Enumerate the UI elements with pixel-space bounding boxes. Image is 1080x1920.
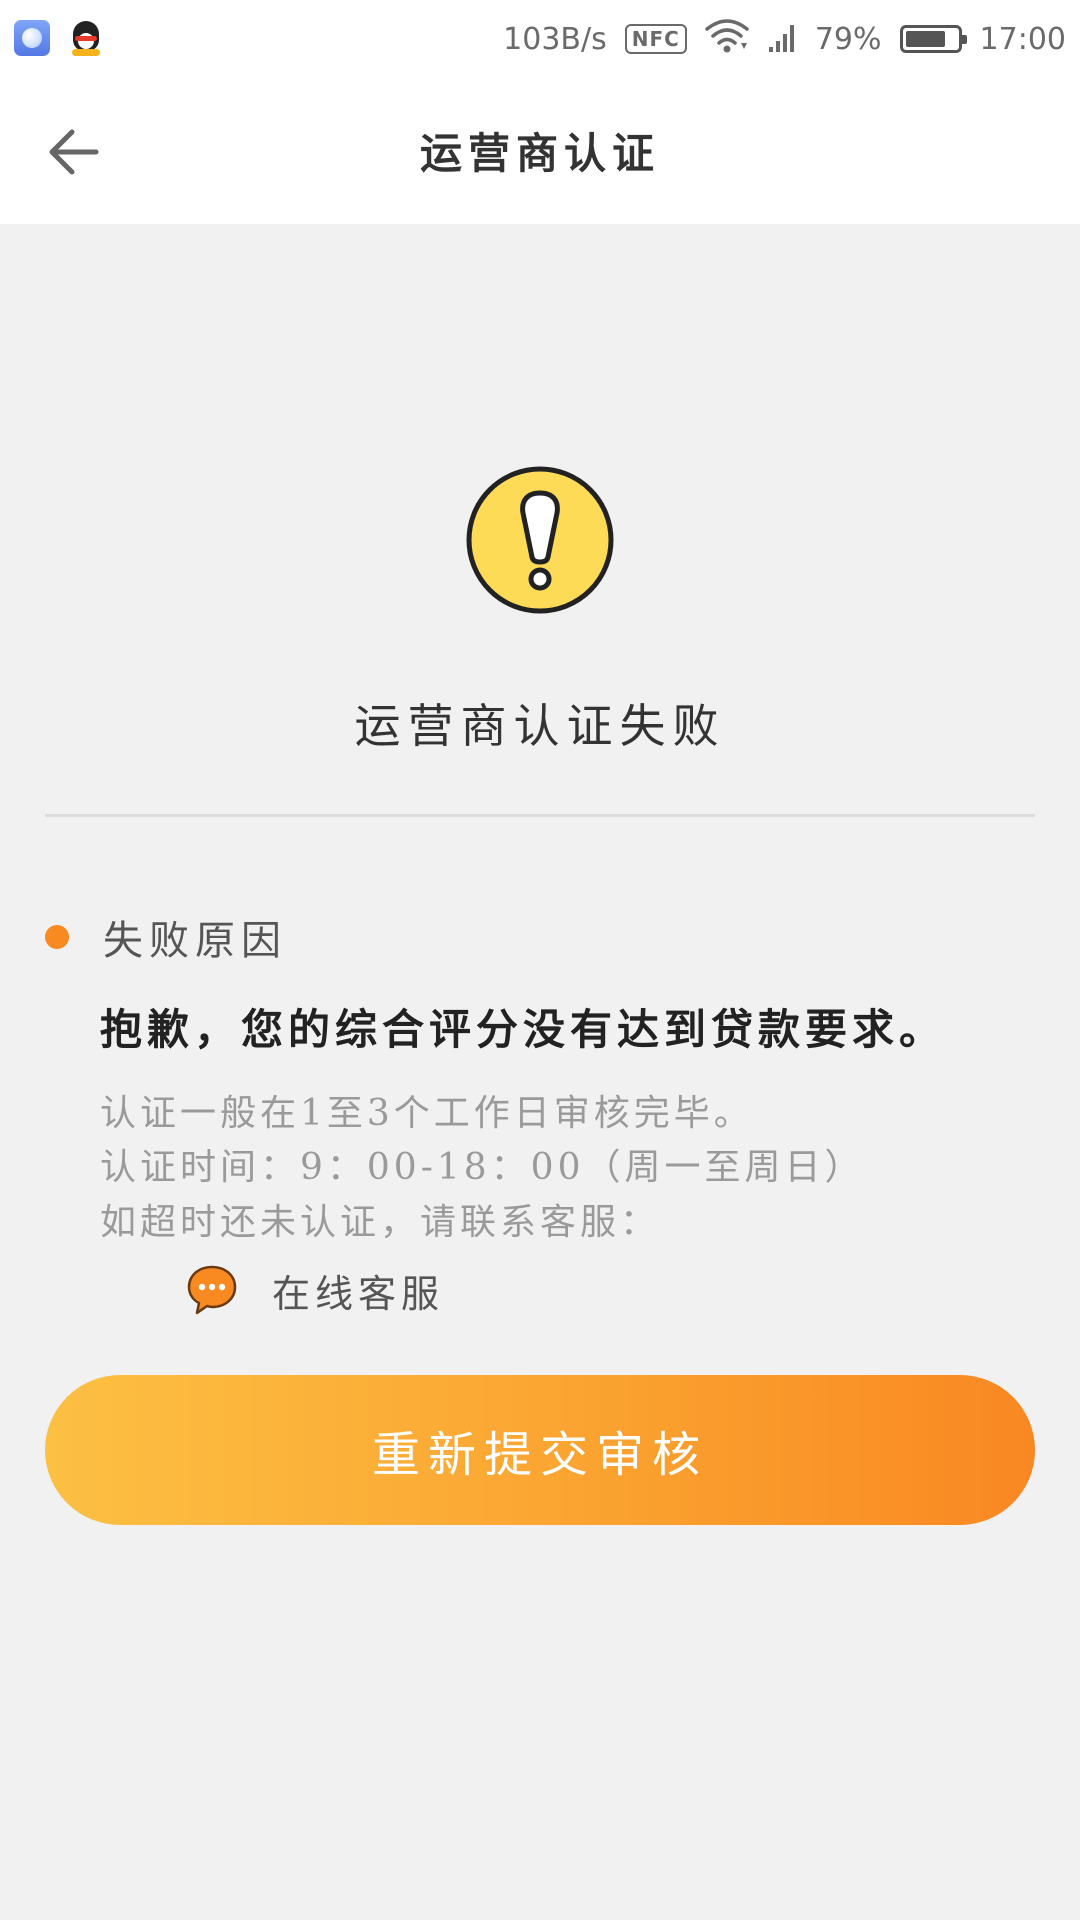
app-bar: 运营商认证 [0, 78, 1080, 224]
status-left-icons [14, 19, 102, 57]
wifi-icon [705, 17, 749, 61]
divider [45, 814, 1035, 817]
signal-icon [767, 17, 797, 61]
result-title: 运营商认证失败 [354, 699, 726, 753]
online-customer-service-link[interactable]: 在线客服 [186, 1262, 444, 1318]
browser-app-icon [14, 20, 50, 56]
failure-reason-text: 抱歉，您的综合评分没有达到贷款要求。 [100, 1005, 947, 1054]
online-service-label: 在线客服 [272, 1271, 445, 1316]
review-hours-note: 认证时间：9：00-18：00（周一至周日） [100, 1147, 865, 1188]
review-period-note: 认证一般在1至3个工作日审核完毕。 [100, 1093, 754, 1134]
status-bar: 103B/s NFC 79% 17:00 [0, 0, 1080, 78]
chat-bubble-icon [186, 1264, 238, 1316]
battery-percent: 79% [814, 21, 882, 57]
warning-icon [465, 465, 615, 615]
status-right-indicators: 103B/s NFC 79% 17:00 [503, 16, 1066, 62]
battery-icon [899, 25, 967, 53]
contact-service-note: 如超时还未认证，请联系客服： [100, 1202, 661, 1243]
resubmit-review-button[interactable]: 重新提交审核 [45, 1375, 1035, 1525]
failure-reason-header: 失败原因 [45, 912, 287, 964]
nfc-badge: NFC [624, 24, 687, 54]
qq-app-icon [70, 19, 102, 57]
page-title: 运营商认证 [419, 129, 660, 178]
clock: 17:00 [979, 21, 1066, 57]
bullet-dot-icon [45, 925, 69, 949]
network-speed: 103B/s [503, 21, 607, 57]
failure-reason-label: 失败原因 [103, 918, 287, 964]
battery-level-fill [905, 31, 946, 47]
